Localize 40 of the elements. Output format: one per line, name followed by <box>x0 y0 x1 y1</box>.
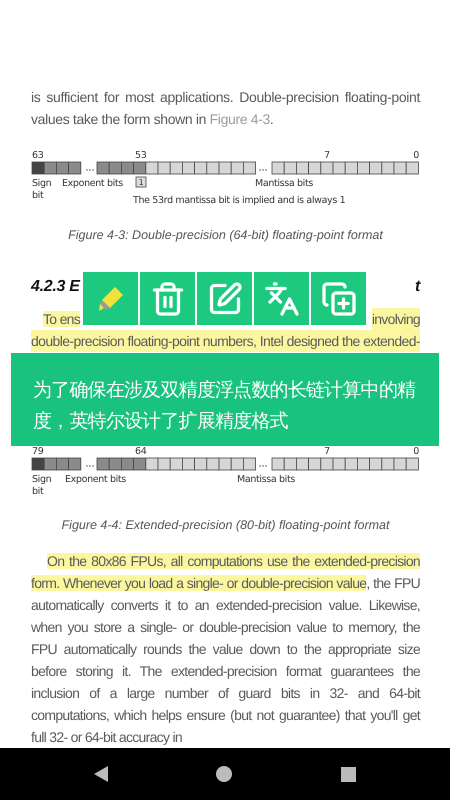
back-icon <box>94 766 108 782</box>
figure-caption: Figure 4-3: Double-precision (64-bit) floating-point format <box>67 227 384 244</box>
sign-label: bit <box>32 190 44 201</box>
highlight-button[interactable] <box>83 272 138 325</box>
implied-bit-note: The 53rd mantissa bit is implied and is always 1 <box>133 195 346 206</box>
sign-label: bit <box>32 486 44 497</box>
mantissa-label: Mantissa bits <box>237 474 295 485</box>
figure-link[interactable]: Figure 4-3 <box>210 111 270 127</box>
recents-icon <box>340 766 356 782</box>
figure-caption: Figure 4-4: Extended-precision (80-bit) floating-point format <box>60 517 391 534</box>
implied-bit-marker: 1 <box>136 176 146 188</box>
copy-icon <box>320 280 356 316</box>
bit-number: 0 <box>413 446 419 457</box>
back-button[interactable] <box>94 766 108 782</box>
bit-number: 63 <box>32 150 44 161</box>
delete-button[interactable] <box>140 272 195 325</box>
bit-number: 7 <box>324 446 330 457</box>
bit-number: 0 <box>413 150 419 161</box>
section-heading: t <box>414 277 420 297</box>
sign-label: Sign <box>32 474 52 485</box>
sign-label: Sign <box>32 178 52 189</box>
home-icon <box>216 766 232 782</box>
exponent-label: Exponent bits <box>62 178 123 189</box>
highlighted-text: double-precision floating-point numbers, Intel designed the extended- <box>31 330 420 352</box>
translate-icon <box>264 280 300 316</box>
exponent-label: Exponent bits <box>65 474 126 485</box>
bit-number: 53 <box>135 150 146 161</box>
translation-popup: 为了确保在涉及双精度浮点数的长链计算中的精度，英特尔设计了扩展精度格式 <box>11 353 439 446</box>
section-heading: 4.2.3 E <box>31 277 80 297</box>
highlighted-text: involving <box>372 308 420 330</box>
mantissa-label: Mantissa bits <box>255 178 313 189</box>
bit-number: 79 <box>32 446 44 457</box>
translate-button[interactable] <box>254 272 309 325</box>
bit-number: 64 <box>135 446 146 457</box>
home-button[interactable] <box>216 766 232 782</box>
edit-button[interactable] <box>197 272 252 325</box>
recents-button[interactable] <box>340 766 356 782</box>
copy-button[interactable] <box>311 272 366 325</box>
body-paragraph: is sufficient for most applications. Double-precision floating-point values take the form shown in Figure 4-3. <box>31 88 420 129</box>
bit-number: 7 <box>324 150 330 161</box>
